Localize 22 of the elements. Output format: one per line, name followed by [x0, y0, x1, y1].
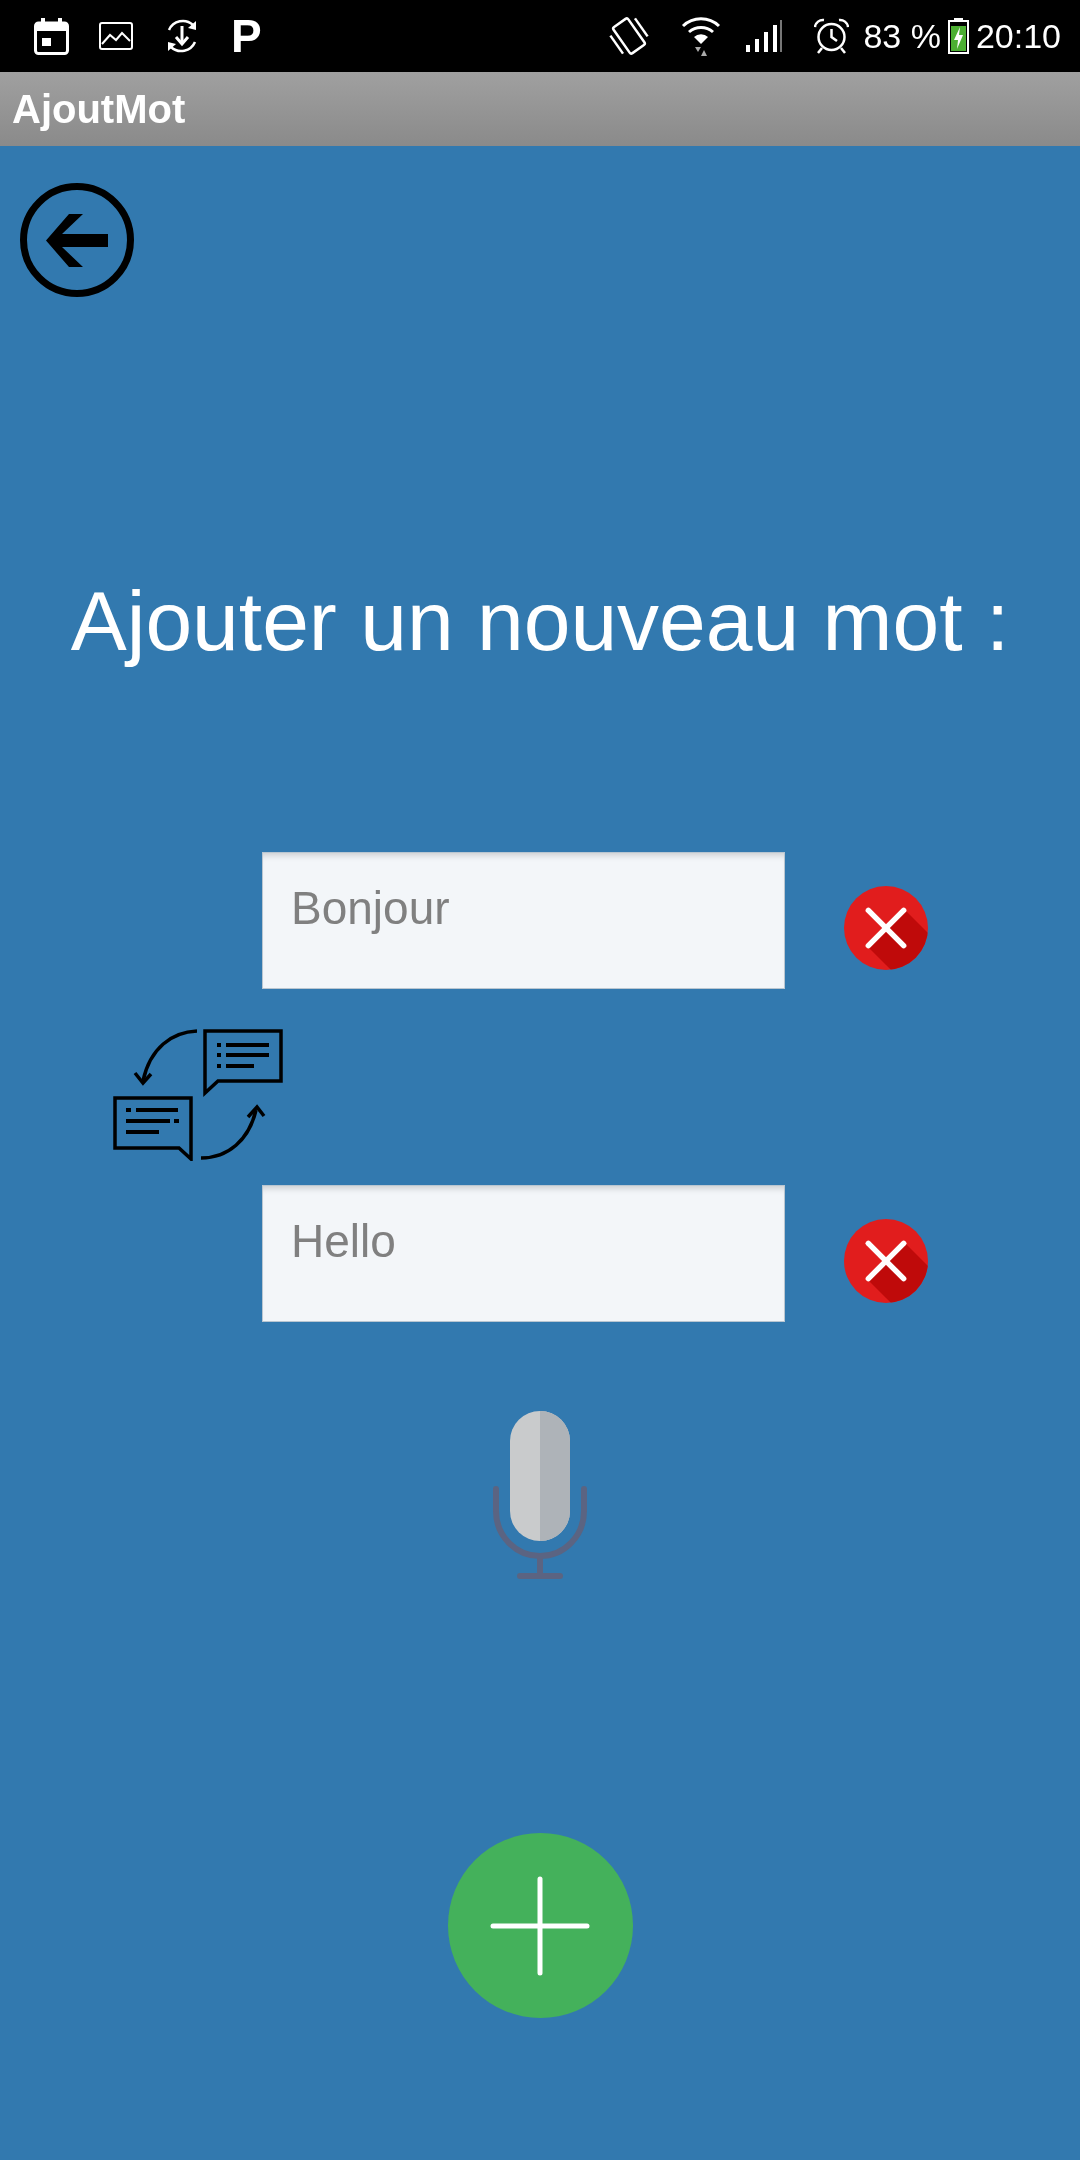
battery-charging-icon — [947, 18, 969, 54]
notification-letter: P — [231, 13, 262, 59]
microphone-icon[interactable] — [493, 1411, 587, 1580]
clear-button[interactable] — [844, 1219, 928, 1303]
calendar-icon — [34, 17, 69, 55]
close-icon — [844, 886, 928, 970]
image-icon — [99, 22, 133, 50]
clock-time: 20:10 — [975, 19, 1061, 53]
plus-icon — [490, 1875, 590, 1976]
wifi-icon — [681, 16, 722, 56]
vibrate-icon — [608, 15, 651, 57]
clear-button[interactable] — [844, 886, 928, 970]
chat-swap-icon — [112, 1028, 283, 1161]
back-arrow-icon — [46, 213, 108, 267]
signal-icon — [745, 20, 784, 52]
alarm-clock-icon — [814, 17, 850, 55]
word-input[interactable]: Bonjour — [262, 852, 785, 989]
back-button[interactable] — [20, 183, 134, 297]
battery-percent: 83 % — [863, 19, 941, 53]
app-title: AjoutMot — [12, 89, 186, 129]
close-icon — [844, 1219, 928, 1303]
word-input[interactable]: Hello — [262, 1185, 785, 1322]
